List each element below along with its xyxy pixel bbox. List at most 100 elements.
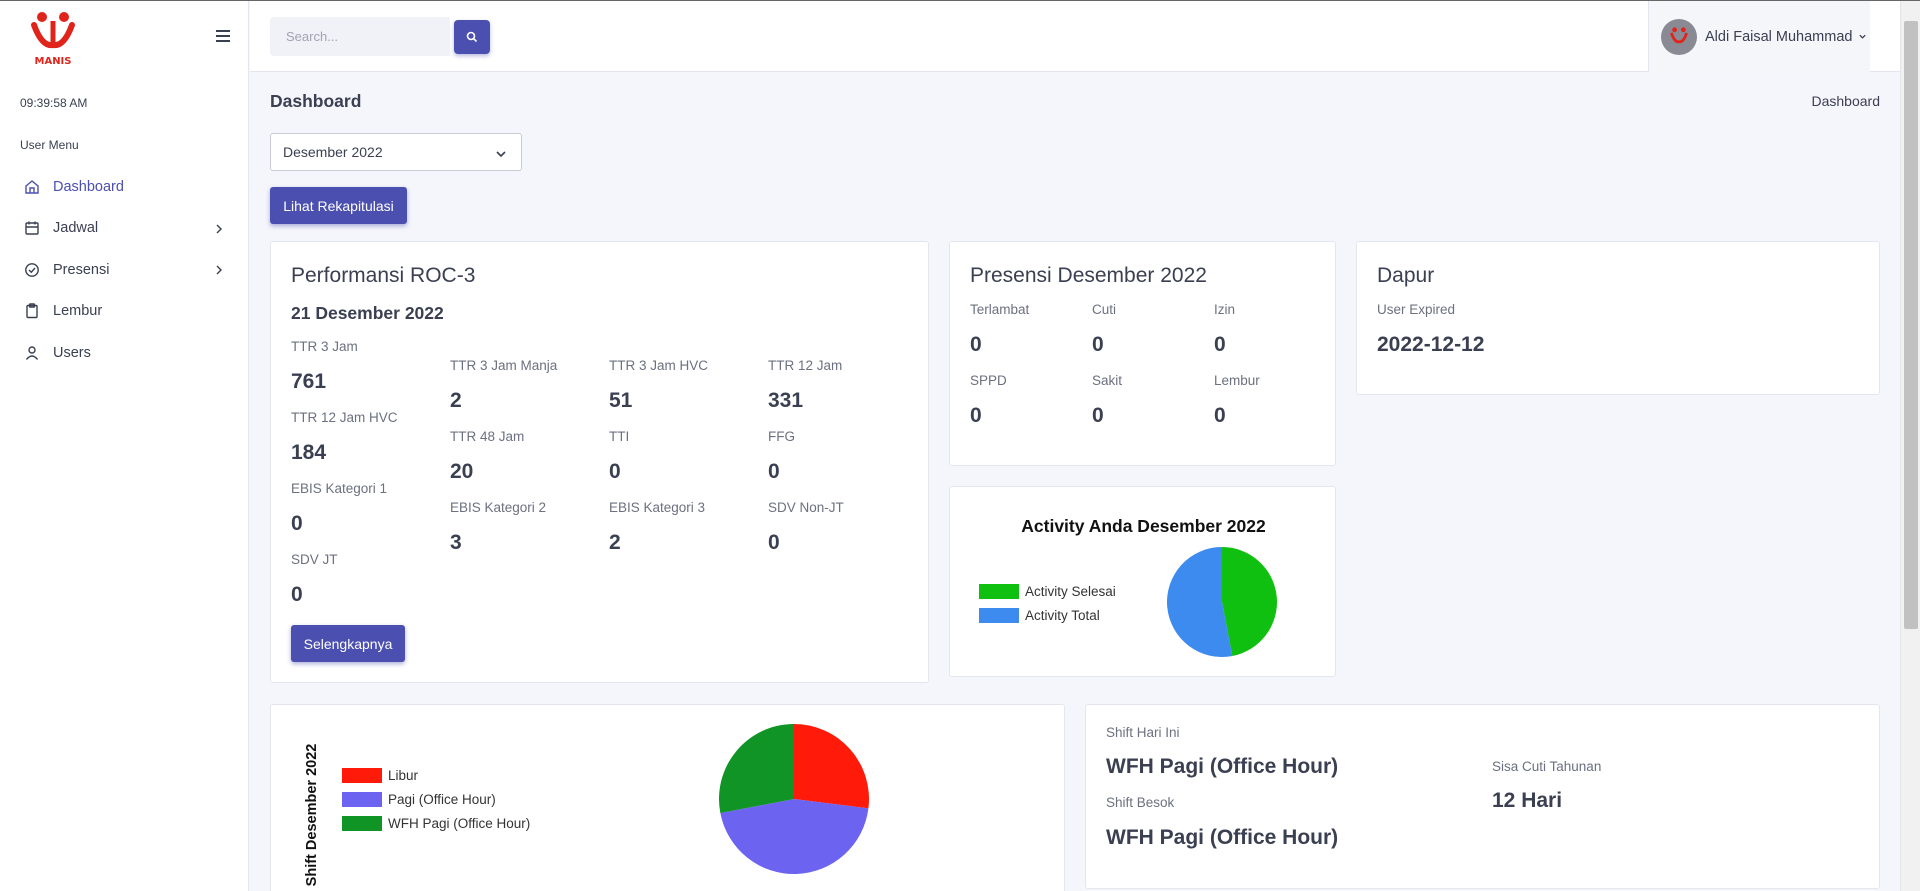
- metric-value: 0: [768, 460, 780, 483]
- presensi-value: 0: [1092, 404, 1104, 427]
- metric-value: 2: [609, 531, 621, 554]
- metric-label: EBIS Kategori 3: [609, 500, 706, 515]
- metric-label: TTR 3 Jam HVC: [609, 358, 709, 373]
- performansi-title: Performansi ROC-3: [291, 264, 476, 287]
- shift-legend-item[interactable]: Pagi (Office Hour): [342, 792, 496, 807]
- check-circle-icon: [24, 262, 40, 278]
- metric-value: 0: [609, 460, 621, 483]
- presensi-value: 0: [1092, 333, 1104, 356]
- sidebar-nav: Dashboard Jadwal Presensi Lembur Users: [0, 166, 249, 374]
- presensi-label: Sakit: [1092, 373, 1123, 388]
- legend-swatch: [342, 792, 382, 807]
- shift-tomorrow-value: WFH Pagi (Office Hour): [1106, 826, 1339, 849]
- shift-today-value: WFH Pagi (Office Hour): [1106, 755, 1339, 778]
- shift-today-label: Shift Hari Ini: [1106, 725, 1180, 740]
- search-input[interactable]: [270, 17, 450, 56]
- metric-label: TTR 3 Jam Manja: [450, 358, 558, 373]
- scrollbar-thumb[interactable]: [1904, 21, 1918, 629]
- activity-chart-title: Activity Anda Desember 2022: [1021, 516, 1266, 536]
- sidebar-item-users[interactable]: Users: [0, 332, 249, 374]
- presensi-value: 0: [970, 404, 982, 427]
- legend-swatch: [342, 816, 382, 831]
- search-button[interactable]: [454, 20, 490, 54]
- page-scrollbar[interactable]: [1900, 1, 1920, 891]
- sidebar-item-label: Dashboard: [53, 178, 124, 195]
- chevron-right-icon: [213, 263, 225, 275]
- sidebar-item-label: Lembur: [53, 303, 103, 320]
- menu-toggle-icon[interactable]: [212, 27, 234, 47]
- legend-label: Pagi (Office Hour): [388, 792, 496, 807]
- metric-value: 761: [291, 370, 327, 393]
- metric-value: 3: [450, 531, 462, 554]
- sidebar-item-label: Jadwal: [53, 220, 99, 237]
- presensi-label: Lembur: [1214, 373, 1260, 388]
- shift-legend-item[interactable]: Libur: [342, 768, 418, 783]
- presensi-label: SPPD: [970, 373, 1007, 388]
- user-expired-value: 2022-12-12: [1377, 333, 1485, 356]
- clock: 09:39:58 AM: [20, 96, 88, 110]
- shift-tomorrow-label: Shift Besok: [1106, 795, 1175, 810]
- lihat-rekapitulasi-button[interactable]: Lihat Rekapitulasi: [270, 187, 407, 224]
- breadcrumb[interactable]: Dashboard: [1812, 93, 1881, 109]
- sisa-cuti-label: Sisa Cuti Tahunan: [1492, 759, 1602, 774]
- metric-value: 2: [450, 389, 462, 412]
- metric-value: 51: [609, 389, 633, 412]
- top-header: Aldi Faisal Muhammad: [250, 1, 1900, 72]
- presensi-title: Presensi Desember 2022: [970, 264, 1207, 287]
- shift-legend-item[interactable]: WFH Pagi (Office Hour): [342, 816, 530, 831]
- chevron-down-icon: [495, 147, 507, 163]
- svg-text:MANIS: MANIS: [35, 56, 72, 67]
- metric-label: TTR 12 Jam HVC: [291, 410, 398, 425]
- sidebar-item-presensi[interactable]: Presensi: [0, 249, 249, 291]
- dapur-card: Dapur User Expired 2022-12-12: [1356, 241, 1880, 395]
- legend-label: Activity Total: [1025, 608, 1100, 623]
- shift-chart-card: Shift Desember 2022 Libur Pagi (Office Ho…: [270, 704, 1065, 891]
- metric-value: 184: [291, 441, 327, 464]
- search-icon: [466, 31, 478, 43]
- month-select[interactable]: Desember 2022: [270, 133, 522, 171]
- user-name: Aldi Faisal Muhammad: [1705, 28, 1853, 45]
- user-profile-dropdown[interactable]: Aldi Faisal Muhammad: [1648, 1, 1870, 72]
- sidebar-item-lembur[interactable]: Lembur: [0, 291, 249, 333]
- metric-label: TTI: [609, 429, 630, 444]
- presensi-label: Terlambat: [970, 302, 1030, 317]
- metric-label: FFG: [768, 429, 795, 444]
- app-logo[interactable]: MANIS: [28, 7, 78, 67]
- selengkapnya-button[interactable]: Selengkapnya: [291, 625, 405, 662]
- activity-pie-chart: [1167, 547, 1277, 657]
- metric-value: 20: [450, 460, 474, 483]
- avatar: [1661, 18, 1697, 55]
- activity-slice-activity-selesai[interactable]: [1222, 547, 1277, 657]
- performansi-card: Performansi ROC-3 21 Desember 2022 TTR 3…: [270, 241, 929, 683]
- metric-value: 0: [291, 583, 303, 606]
- metric-value: 0: [291, 512, 303, 535]
- sidebar: MANIS 09:39:58 AM User Menu Dashboard Ja…: [0, 1, 249, 891]
- metric-value: 331: [768, 389, 804, 412]
- presensi-value: 0: [1214, 404, 1226, 427]
- legend-swatch: [979, 584, 1019, 599]
- sidebar-item-dashboard[interactable]: Dashboard: [0, 166, 249, 208]
- presensi-value: 0: [970, 333, 982, 356]
- metric-value: 0: [768, 531, 780, 554]
- activity-legend-item[interactable]: Activity Total: [979, 608, 1100, 623]
- user-icon: [24, 345, 40, 361]
- presensi-label: Cuti: [1092, 302, 1117, 317]
- home-icon: [24, 179, 40, 195]
- shift-slice-pagi-office-hour[interactable]: [720, 799, 869, 874]
- shift-slice-libur[interactable]: [794, 724, 869, 809]
- page-title: Dashboard: [270, 91, 362, 111]
- user-menu-heading: User Menu: [20, 138, 79, 152]
- metric-label: TTR 3 Jam: [291, 339, 358, 354]
- performansi-date: 21 Desember 2022: [291, 303, 444, 323]
- legend-label: WFH Pagi (Office Hour): [388, 816, 531, 831]
- metric-label: TTR 48 Jam: [450, 429, 525, 444]
- metric-label: SDV JT: [291, 552, 338, 567]
- shift-pie-chart: [719, 724, 869, 874]
- shift-slice-wfh-pagi-office-hour[interactable]: [719, 724, 794, 814]
- activity-legend-item[interactable]: Activity Selesai: [979, 584, 1116, 599]
- user-expired-label: User Expired: [1377, 302, 1456, 317]
- sidebar-item-jadwal[interactable]: Jadwal: [0, 208, 249, 250]
- shift-chart-title: Shift Desember 2022: [304, 743, 320, 887]
- metric-label: SDV Non-JT: [768, 500, 844, 515]
- presensi-label: Izin: [1214, 302, 1236, 317]
